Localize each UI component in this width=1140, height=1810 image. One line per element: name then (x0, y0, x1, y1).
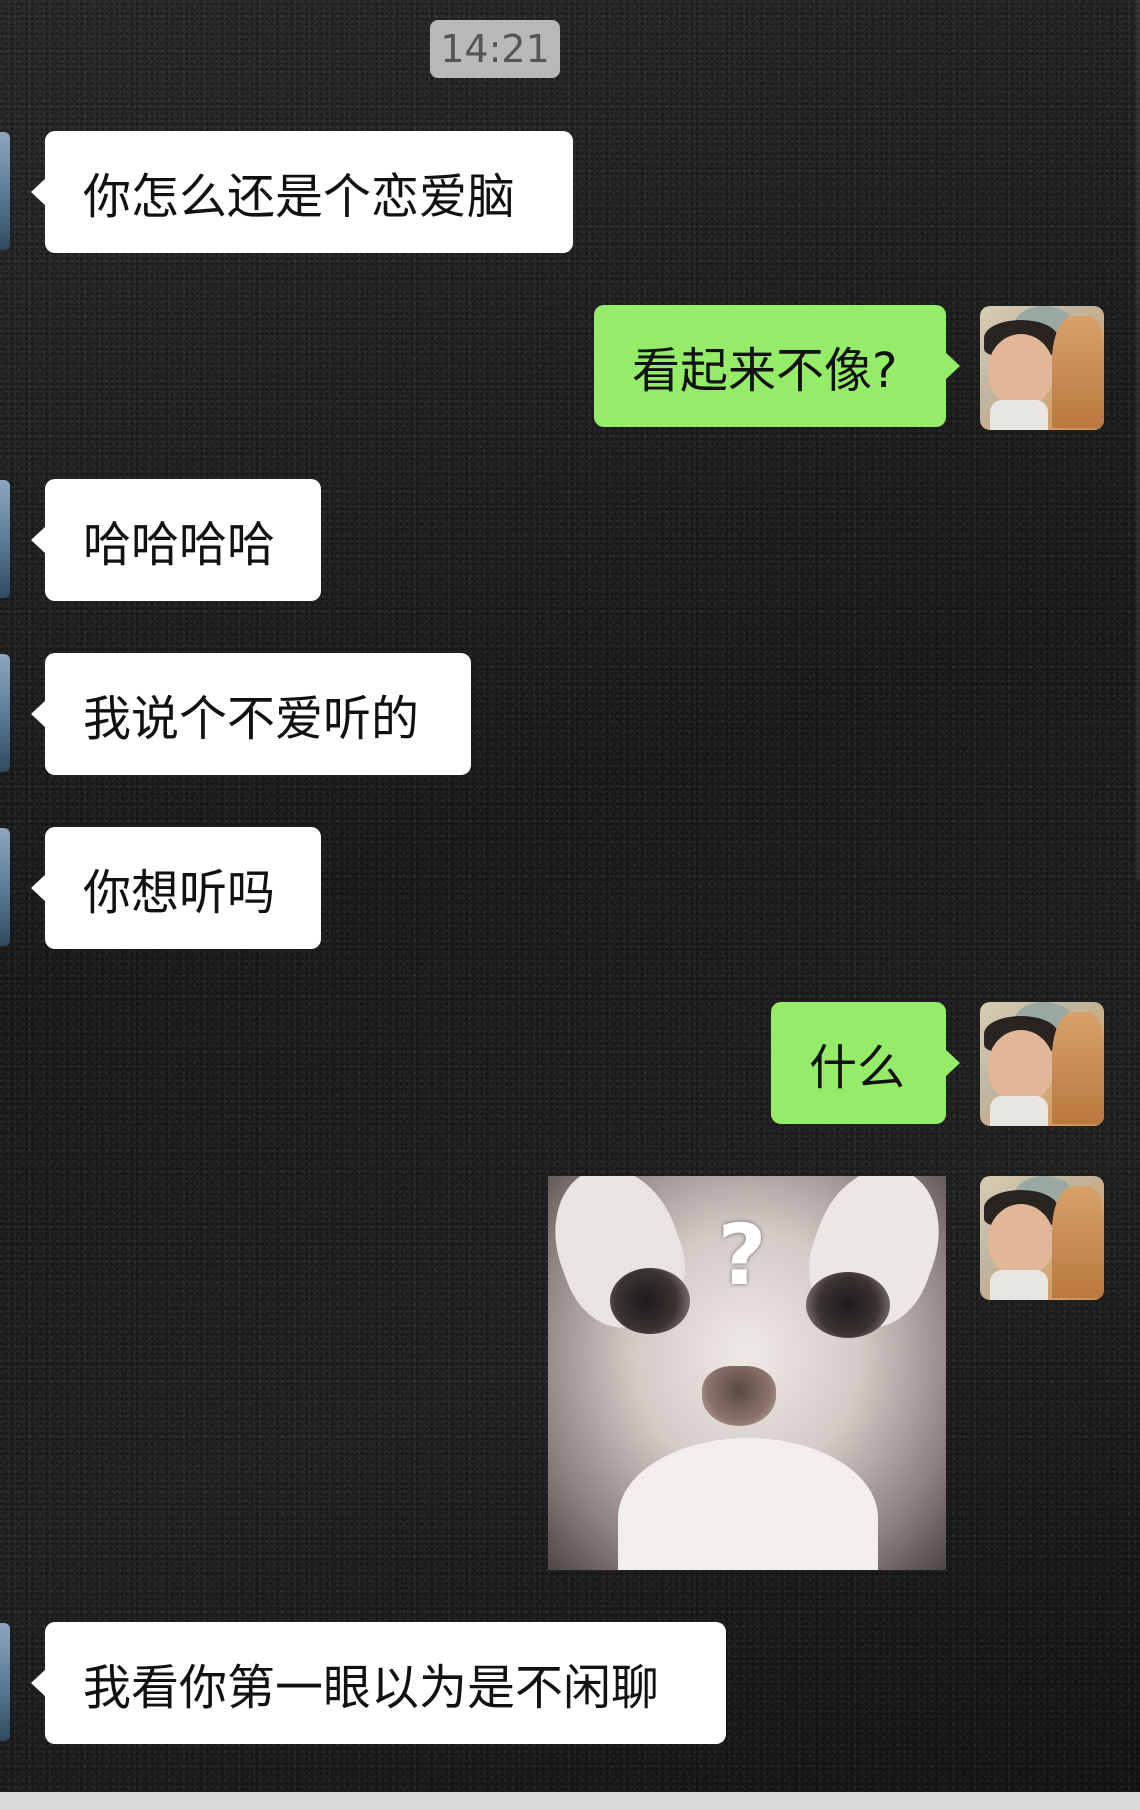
self-avatar[interactable] (980, 1176, 1104, 1300)
message-text: 看起来不像? (632, 343, 898, 399)
message-text: 哈哈哈哈 (83, 517, 276, 573)
message-text: 我看你第一眼以为是不闲聊 (83, 1660, 660, 1716)
message-text: 我说个不爱听的 (83, 691, 420, 747)
avatar-hand (990, 1270, 1048, 1300)
message-text: 什么 (809, 1040, 906, 1096)
question-mark-overlay: ? (717, 1206, 767, 1304)
scrollbar[interactable] (1136, 0, 1140, 880)
kitten-question-image[interactable]: ? (548, 1176, 946, 1570)
avatar-face (988, 1030, 1054, 1102)
peer-avatar[interactable] (0, 480, 10, 598)
self-avatar[interactable] (980, 306, 1104, 430)
avatar-cat (1052, 316, 1104, 428)
message-text: 你怎么还是个恋爱脑 (83, 169, 516, 225)
time-divider: 14:21 (430, 20, 560, 78)
avatar-hand (990, 400, 1048, 430)
outgoing-message[interactable]: 看起来不像? (594, 305, 960, 427)
outgoing-message[interactable]: 什么 (771, 1002, 960, 1124)
input-bar-edge (0, 1792, 1140, 1810)
kitten-chin (618, 1438, 878, 1570)
peer-avatar[interactable] (0, 1623, 10, 1741)
avatar-face (988, 334, 1054, 406)
avatar-hand (990, 1096, 1048, 1126)
avatar-cat (1052, 1186, 1104, 1298)
kitten-eye-left (610, 1268, 690, 1334)
self-avatar[interactable] (980, 1002, 1104, 1126)
avatar-face (988, 1204, 1054, 1276)
incoming-message[interactable]: 我看你第一眼以为是不闲聊 (31, 1622, 726, 1744)
incoming-message[interactable]: 你想听吗 (31, 827, 321, 949)
peer-avatar[interactable] (0, 132, 10, 250)
incoming-message[interactable]: 我说个不爱听的 (31, 653, 471, 775)
chat-thread[interactable]: 14:21 你怎么还是个恋爱脑 看起来不像? 哈哈哈哈 我说个不爱听的 你想听吗… (0, 0, 1140, 1810)
avatar-cat (1052, 1012, 1104, 1124)
incoming-message[interactable]: 你怎么还是个恋爱脑 (31, 131, 573, 253)
kitten-nose (702, 1366, 776, 1426)
kitten-eye-right (806, 1272, 890, 1338)
incoming-message[interactable]: 哈哈哈哈 (31, 479, 321, 601)
peer-avatar[interactable] (0, 654, 10, 772)
peer-avatar[interactable] (0, 828, 10, 946)
message-text: 你想听吗 (83, 865, 276, 921)
